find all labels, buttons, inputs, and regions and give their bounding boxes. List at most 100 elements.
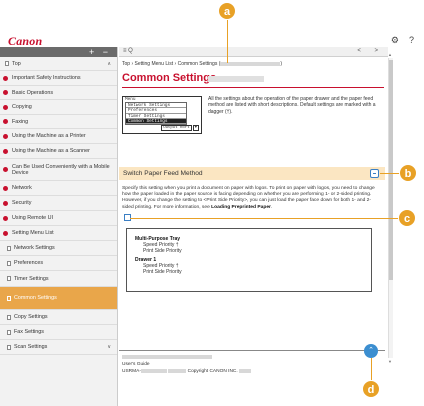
chapter-bullet-icon [3, 133, 8, 139]
sidebar-item-label: Common Settings [14, 295, 57, 301]
page-icon [7, 329, 11, 335]
sidebar-item[interactable]: Top ∧ [0, 57, 117, 71]
sidebar-item-label: Copying [12, 104, 32, 110]
chapter-bullet-icon [3, 75, 8, 81]
callout-c: c [398, 209, 416, 227]
page-icon [7, 295, 11, 301]
sidebar-item[interactable]: Using Remote UI [0, 211, 117, 226]
sidebar-item-label: Timer Settings [14, 275, 49, 282]
header-tools: ⚙ ? [391, 35, 414, 46]
sidebar-item[interactable]: Important Safety Instructions [0, 71, 117, 86]
footer-divider [119, 350, 385, 351]
sidebar: + − Top ∧ Important Safety Instructions Bas… [0, 47, 118, 406]
intro-text: All the settings about the operation of … [208, 96, 376, 115]
page-icon [7, 314, 11, 320]
sidebar-item[interactable]: Copy Settings [0, 310, 117, 325]
content-toolbar: ≡ Q < > [119, 47, 388, 57]
page-icon [5, 61, 9, 66]
callout-a: a [218, 2, 236, 20]
footer-copyright-line: USRMA- Copyright CANON INC. [122, 368, 252, 375]
setting-value: Print Side Priority [143, 268, 182, 275]
sidebar-item-label: Top [12, 60, 21, 67]
sidebar-item-label: Network Settings [14, 245, 55, 251]
menu-items: Network Settings Preferences Timer Setti… [125, 102, 187, 125]
content-scrollbar[interactable]: ▲ ▼ [388, 52, 393, 364]
loading-preprinted-paper-link[interactable]: Loading Preprinted Paper [211, 205, 271, 210]
back-to-top-icon[interactable]: ⌃ [364, 344, 378, 358]
chapter-bullet-icon [3, 148, 8, 154]
section-title: Switch Paper Feed Method [123, 170, 203, 177]
sidebar-item[interactable]: Preferences [0, 256, 117, 271]
settings-values-box: Multi-Purpose Tray Speed Priority † Prin… [126, 228, 372, 292]
sidebar-item[interactable]: Can Be Used Conveniently with a Mobile D… [0, 159, 117, 181]
sidebar-item[interactable]: Common Settings [0, 287, 117, 310]
chapter-bullet-icon [3, 119, 8, 124]
breadcrumb-text[interactable]: Top › Setting Menu List › Common Setting… [122, 61, 220, 67]
gear-icon[interactable]: ⚙ [391, 35, 399, 46]
sidebar-item[interactable]: Network [0, 181, 117, 196]
chapter-bullet-icon [3, 230, 8, 236]
chapter-bullet-icon [3, 90, 8, 95]
footer-guide: User's Guide [122, 362, 150, 367]
sidebar-item-label: Using Remote UI [12, 215, 54, 221]
expand-collapse-controls[interactable]: + − [0, 47, 117, 57]
menu-screen-illustration: Menu Network Settings Preferences Timer … [122, 96, 202, 134]
page-icon [7, 260, 11, 266]
description-paragraph: Specify this setting when you print a do… [122, 186, 382, 211]
footer-redacted-line [122, 354, 251, 361]
page-icon [7, 344, 11, 350]
title-divider [122, 87, 384, 88]
output-report-button: Output Rort [161, 125, 192, 131]
sidebar-item[interactable]: Timer Settings [0, 271, 117, 287]
sidebar-item[interactable]: Faxing [0, 115, 117, 129]
sidebar-item[interactable]: Basic Operations [0, 86, 117, 100]
header: Canon ⚙ ? [0, 0, 424, 48]
sidebar-list: Top ∧ Important Safety Instructions Basic O… [0, 57, 117, 355]
sidebar-item-label: Using the Machine as a Scanner [12, 148, 90, 154]
footer: User's Guide USRMA- Copyright CANON INC. [122, 354, 252, 375]
sidebar-item[interactable]: Security [0, 196, 117, 211]
para-end: . [270, 204, 273, 210]
callout-c-line [130, 218, 400, 219]
sidebar-item-label: Fax Settings [14, 329, 44, 335]
sidebar-item[interactable]: Fax Settings [0, 325, 117, 340]
scroll-down-icon[interactable]: ∨ [107, 344, 111, 350]
sidebar-item-label: Faxing [12, 118, 29, 125]
page-icon [7, 245, 11, 251]
chapter-bullet-icon [3, 167, 8, 172]
callout-d-line [371, 358, 372, 382]
sidebar-item[interactable]: Copying [0, 100, 117, 115]
sidebar-item[interactable]: Using the Machine as a Scanner [0, 144, 117, 159]
sidebar-item[interactable]: Scan Settings ∨ [0, 340, 117, 355]
sidebar-item-label: Network [12, 185, 32, 191]
prev-next-arrows[interactable]: < > [357, 48, 384, 54]
sidebar-item-label: Important Safety Instructions [12, 75, 81, 81]
callout-d: d [362, 380, 380, 398]
menu-buttons: Output Rort ▼ [161, 125, 199, 131]
collapse-icon[interactable] [370, 169, 379, 178]
scroll-down-button: ▼ [192, 125, 199, 131]
help-icon[interactable]: ? [409, 35, 414, 46]
title-redacted [208, 76, 264, 82]
chapter-bullet-icon [3, 185, 8, 191]
page-title: Common Settings [122, 72, 217, 84]
sidebar-item-label: Can Be Used Conveniently with a Mobile D… [12, 163, 110, 176]
sidebar-item-label: Security [12, 200, 32, 206]
scroll-up-icon[interactable]: ∧ [107, 61, 111, 67]
sidebar-item-label: Setting Menu List [12, 230, 54, 236]
sidebar-item[interactable]: Using the Machine as a Printer [0, 129, 117, 144]
sidebar-item-label: Copy Settings [14, 314, 48, 320]
sidebar-item-label: Basic Operations [12, 89, 54, 96]
sidebar-item-label: Scan Settings [14, 344, 48, 350]
sidebar-item[interactable]: Setting Menu List [0, 226, 117, 241]
chapter-bullet-icon [3, 215, 8, 221]
scrollbar-thumb[interactable] [389, 60, 393, 280]
callout-a-line [227, 18, 228, 63]
section-header[interactable]: Switch Paper Feed Method [119, 167, 385, 180]
menu-line-selected: Common Settings [126, 118, 186, 124]
sidebar-item[interactable]: Network Settings [0, 241, 117, 256]
breadcrumb: Top › Setting Menu List › Common Setting… [122, 61, 283, 67]
callout-b: b [399, 164, 417, 182]
menu-search-icons[interactable]: ≡ Q [123, 48, 133, 54]
chapter-bullet-icon [3, 200, 8, 206]
